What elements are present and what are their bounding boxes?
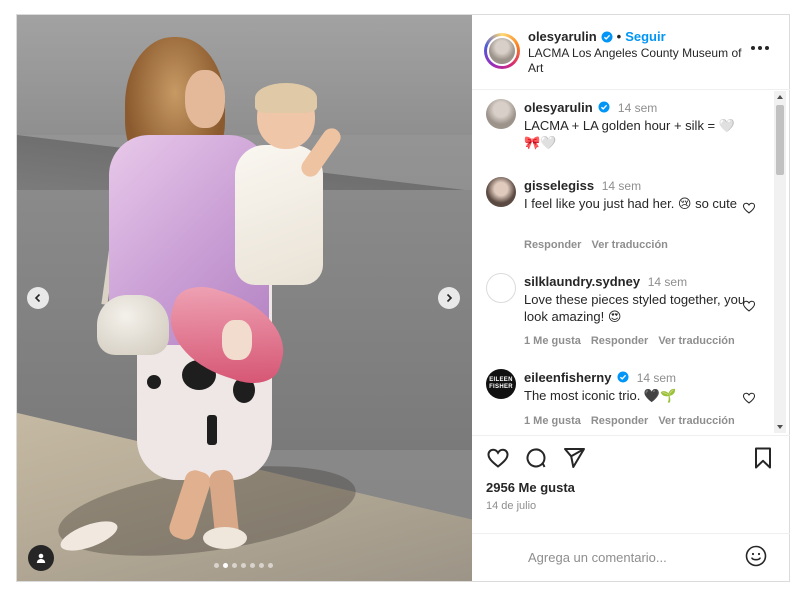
follow-button[interactable]: Seguir [625, 29, 665, 44]
more-options-button[interactable] [751, 41, 771, 55]
comments-list[interactable]: olesyarulin 14 sem LACMA + LA golden hou… [472, 91, 790, 433]
comment-body: silklaundry.sydney 14 sem Love these pie… [524, 273, 754, 325]
more-options-icon [751, 46, 755, 50]
carousel-dot [232, 563, 237, 568]
comment-body: eileenfisherny 14 sem The most iconic tr… [524, 369, 754, 404]
comment-text: Love these pieces styled together, you l… [524, 292, 746, 324]
location-link[interactable]: LACMA Los Angeles County Museum of Art [528, 46, 743, 76]
caption: olesyarulin 14 sem LACMA + LA golden hou… [486, 99, 776, 169]
carousel-next-button[interactable] [438, 287, 460, 309]
photo-shoe [203, 527, 247, 549]
avatar [487, 36, 517, 66]
carousel-dot [259, 563, 264, 568]
comment-body: gisselegiss 14 sem I feel like you just … [524, 177, 754, 212]
comment-actions: Responder Ver traducción [524, 239, 668, 251]
emoji-icon[interactable] [744, 544, 768, 568]
bookmark-icon[interactable] [751, 446, 775, 470]
story-ring[interactable] [484, 33, 520, 69]
avatar[interactable] [486, 177, 516, 207]
reply-button[interactable]: Responder [591, 415, 648, 427]
caption-username[interactable]: olesyarulin [524, 100, 593, 115]
user-tag-button[interactable] [28, 545, 54, 571]
photo-wall [17, 15, 472, 135]
comments-scrollbar[interactable] [774, 91, 786, 433]
comment-username[interactable]: eileenfisherny [524, 370, 611, 385]
carousel-prev-button[interactable] [27, 287, 49, 309]
user-tag-icon [36, 553, 46, 563]
author-username[interactable]: olesyarulin [528, 29, 597, 44]
comment-actions: 1 Me gusta Responder Ver traducción [524, 335, 735, 347]
header-user-row: olesyarulin • Seguir [528, 29, 666, 44]
reply-button[interactable]: Responder [591, 335, 648, 347]
comment-item: gisselegiss 14 sem I feel like you just … [486, 177, 776, 257]
share-icon[interactable] [562, 446, 586, 470]
carousel-dot [214, 563, 219, 568]
scroll-thumb[interactable] [776, 105, 784, 175]
comment-text: The most iconic trio. 🖤🌱 [524, 388, 677, 403]
translate-button[interactable]: Ver traducción [591, 239, 667, 251]
carousel-dot [268, 563, 273, 568]
avatar[interactable] [486, 99, 516, 129]
comment-username[interactable]: gisselegiss [524, 178, 594, 193]
post-photo[interactable] [17, 15, 472, 581]
heart-icon[interactable] [742, 299, 756, 313]
separator-dot: • [616, 29, 622, 44]
photo-woman-face [185, 70, 225, 128]
heart-icon[interactable] [742, 201, 756, 215]
caption-time: 14 sem [617, 101, 658, 115]
likes-count[interactable]: 2956 Me gusta [486, 480, 575, 495]
likes-count[interactable]: 1 Me gusta [524, 415, 581, 427]
scroll-down-arrow-icon[interactable] [777, 425, 783, 429]
comment-text: I feel like you just had her. 😢 so cute [524, 196, 738, 211]
verified-badge-icon [598, 101, 610, 113]
verified-badge-icon [601, 31, 613, 42]
verified-badge-icon [617, 371, 629, 383]
comment-item: silklaundry.sydney 14 sem Love these pie… [486, 273, 776, 353]
caption-text: LACMA + LA golden hour + silk = 🤍 🎀🤍 [524, 118, 735, 150]
add-comment-bar [472, 533, 790, 581]
chevron-right-icon [446, 293, 453, 303]
avatar[interactable]: EILEEN FISHER [486, 369, 516, 399]
comment-input[interactable] [528, 546, 728, 568]
likes-count[interactable]: 1 Me gusta [524, 335, 581, 347]
scroll-up-arrow-icon[interactable] [777, 95, 783, 99]
carousel-dot [241, 563, 246, 568]
carousel-dot [250, 563, 255, 568]
heart-icon[interactable] [486, 446, 510, 470]
translate-button[interactable]: Ver traducción [658, 415, 734, 427]
comment-icon[interactable] [524, 446, 548, 470]
comment-time: 14 sem [647, 275, 688, 289]
comment-username[interactable]: silklaundry.sydney [524, 274, 640, 289]
chevron-left-icon [34, 293, 41, 303]
post-header: olesyarulin • Seguir LACMA Los Angeles C… [472, 15, 790, 90]
post-actions: 2956 Me gusta 14 de julio [472, 435, 790, 535]
reply-button[interactable]: Responder [524, 239, 581, 251]
photo-handbag [97, 295, 169, 355]
translate-button[interactable]: Ver traducción [658, 335, 734, 347]
post-side-panel: olesyarulin • Seguir LACMA Los Angeles C… [472, 15, 790, 581]
comment-time: 14 sem [636, 371, 677, 385]
post-container: olesyarulin • Seguir LACMA Los Angeles C… [16, 14, 790, 582]
carousel-indicator [214, 563, 273, 568]
carousel-dot [223, 563, 228, 568]
avatar[interactable] [486, 273, 516, 303]
comment-item: EILEEN FISHER eileenfisherny 14 sem The … [486, 369, 776, 433]
comment-time: 14 sem [601, 179, 642, 193]
photo-baby-hair [255, 83, 317, 113]
comment-actions: 1 Me gusta Responder Ver traducción [524, 415, 735, 427]
photo-baby-shoe [222, 320, 252, 360]
caption-body: olesyarulin 14 sem LACMA + LA golden hou… [524, 99, 754, 151]
heart-icon[interactable] [742, 391, 756, 405]
post-date[interactable]: 14 de julio [486, 500, 536, 512]
